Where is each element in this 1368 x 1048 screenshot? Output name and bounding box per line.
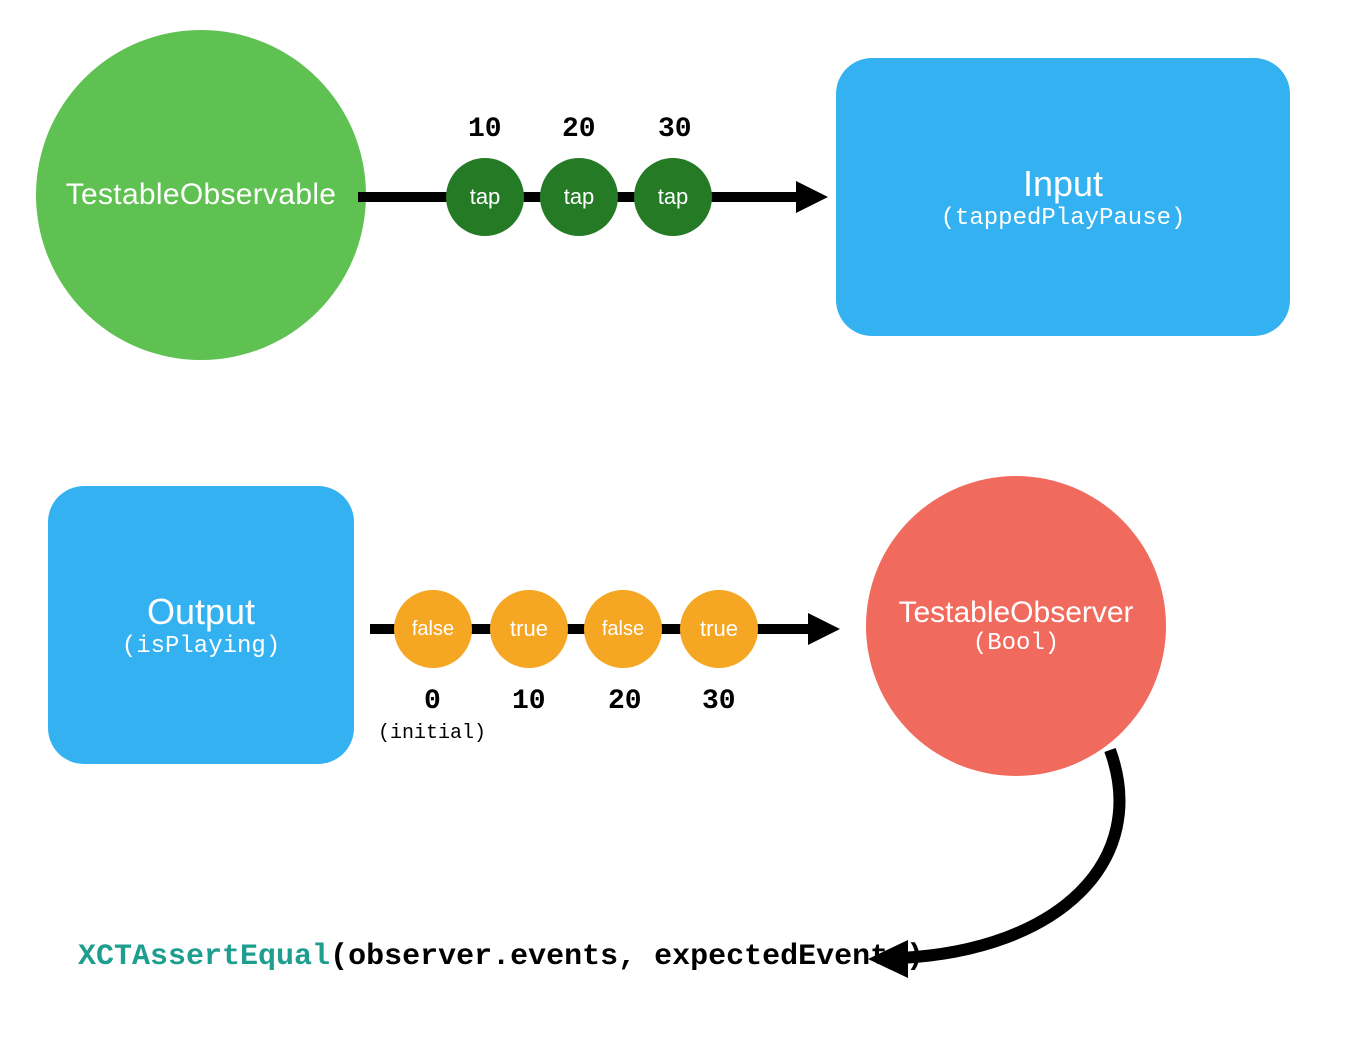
bottom-arrow-head-icon <box>808 613 840 645</box>
assertion-arg1: observer.events <box>348 940 618 974</box>
tap-event-1: tap <box>446 158 524 236</box>
bool-event-3-label: false <box>602 618 644 641</box>
bool-event-2: true <box>490 590 568 668</box>
observer-param: Bool <box>987 630 1045 657</box>
output-box-title: Output <box>147 591 255 633</box>
bottom-time-3: 30 <box>702 686 736 717</box>
input-param: tappedPlayPause <box>955 205 1171 232</box>
paren-close: ) <box>1045 630 1059 657</box>
bottom-initial-note: (initial) <box>378 722 486 745</box>
bool-event-2-label: true <box>510 616 548 642</box>
assertion-open: ( <box>330 940 348 974</box>
tap-event-3: tap <box>634 158 712 236</box>
testable-observer-circle: TestableObserver (Bool) <box>866 476 1166 776</box>
input-box-title: Input <box>1023 163 1103 205</box>
assertion-fn: XCTAssertEqual <box>78 940 330 974</box>
bool-event-1-label: false <box>412 618 454 641</box>
testable-observer-subtitle: (Bool) <box>973 630 1059 657</box>
paren-open: ( <box>122 633 136 660</box>
tap-event-2-label: tap <box>564 184 595 210</box>
bool-event-3: false <box>584 590 662 668</box>
paren-close: ) <box>1171 205 1185 232</box>
paren-open: ( <box>941 205 955 232</box>
tap-event-3-label: tap <box>658 184 689 210</box>
input-box: Input (tappedPlayPause) <box>836 58 1290 336</box>
top-time-3: 30 <box>658 114 692 145</box>
output-box-subtitle: (isPlaying) <box>122 633 280 660</box>
bool-event-4-label: true <box>700 616 738 642</box>
top-time-1: 10 <box>468 114 502 145</box>
tap-event-2: tap <box>540 158 618 236</box>
top-time-2: 20 <box>562 114 596 145</box>
paren-open: ( <box>973 630 987 657</box>
bottom-time-2: 20 <box>608 686 642 717</box>
assertion-close: ) <box>906 940 924 974</box>
top-arrow-head-icon <box>796 181 828 213</box>
testable-observable-circle: TestableObservable <box>36 30 366 360</box>
output-param: isPlaying <box>136 633 266 660</box>
testable-observer-title: TestableObserver <box>898 596 1133 630</box>
bool-event-4: true <box>680 590 758 668</box>
assertion-code: XCTAssertEqual(observer.events, expected… <box>78 940 924 974</box>
input-box-subtitle: (tappedPlayPause) <box>941 205 1186 232</box>
output-box: Output (isPlaying) <box>48 486 354 764</box>
diagram-stage: TestableObservable Input (tappedPlayPaus… <box>0 0 1368 1048</box>
assertion-arg2: expectedEvents <box>654 940 906 974</box>
assertion-sep: , <box>618 940 654 974</box>
testable-observable-label: TestableObservable <box>66 178 337 212</box>
bottom-time-1: 10 <box>512 686 546 717</box>
paren-close: ) <box>266 633 280 660</box>
bottom-time-0: 0 <box>424 686 441 717</box>
bool-event-1: false <box>394 590 472 668</box>
tap-event-1-label: tap <box>470 184 501 210</box>
